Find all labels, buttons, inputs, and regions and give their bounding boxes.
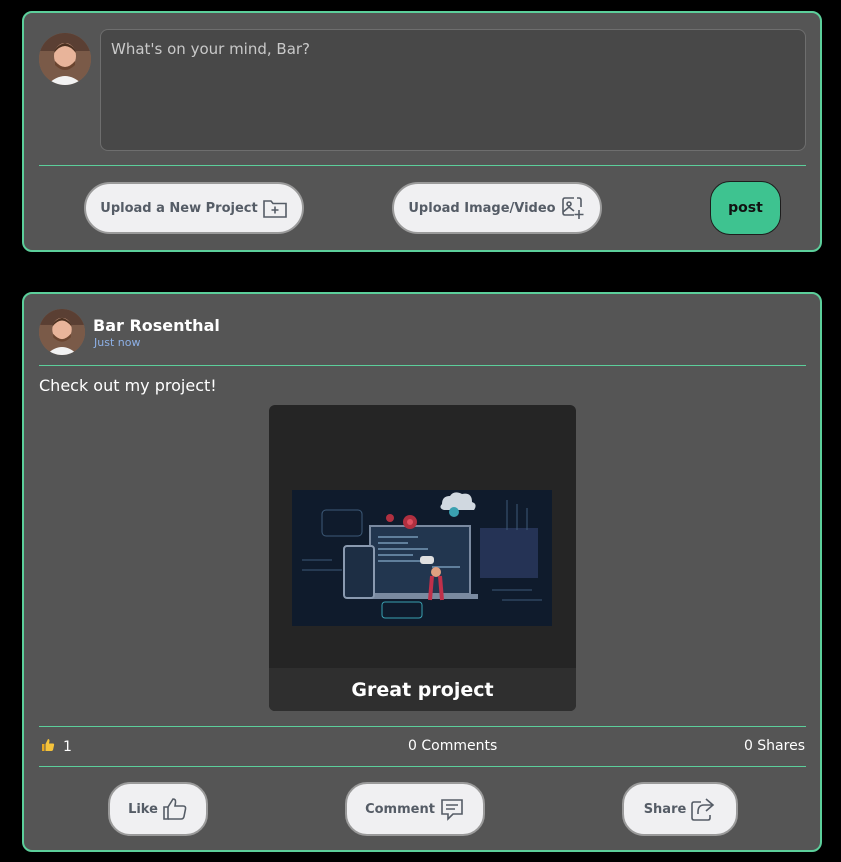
likes-count-value: 1 [63, 739, 72, 755]
share-icon [690, 796, 716, 822]
folder-plus-icon [262, 197, 288, 219]
comment-button[interactable]: Comment [345, 782, 485, 836]
stats-top-divider [39, 726, 806, 727]
project-thumbnail [292, 490, 552, 626]
project-title-bar: Great project [269, 668, 576, 711]
share-button[interactable]: Share [622, 782, 738, 836]
project-card[interactable]: Great project [269, 405, 576, 711]
upload-image-video-label: Upload Image/Video [408, 200, 556, 216]
upload-new-project-button[interactable]: Upload a New Project [84, 182, 304, 234]
author-avatar[interactable] [39, 309, 85, 355]
comment-label: Comment [365, 801, 435, 817]
feed-post: Bar Rosenthal Just now Check out my proj… [22, 292, 822, 852]
stats-bottom-divider [39, 766, 806, 767]
post-timestamp: Just now [94, 336, 141, 349]
upload-image-video-button[interactable]: Upload Image/Video [392, 182, 602, 234]
user-avatar[interactable] [39, 33, 91, 85]
share-label: Share [643, 801, 687, 817]
like-button[interactable]: Like [108, 782, 208, 836]
composer-divider [39, 165, 806, 166]
post-composer: Upload a New Project Upload Image/Video … [22, 11, 822, 252]
like-label: Like [128, 801, 158, 817]
comment-icon [439, 796, 465, 822]
post-text: Check out my project! [39, 376, 217, 395]
project-title: Great project [351, 678, 494, 701]
shares-count[interactable]: 0 Shares [744, 738, 805, 754]
upload-new-project-label: Upload a New Project [100, 200, 258, 216]
thumbs-up-icon [162, 797, 188, 821]
comments-count[interactable]: 0 Comments [408, 738, 497, 754]
post-header-divider [39, 365, 806, 366]
likes-count[interactable]: 1 [41, 738, 72, 756]
thumbs-up-emoji-icon [41, 738, 55, 756]
author-name[interactable]: Bar Rosenthal [93, 316, 220, 335]
image-plus-icon [560, 195, 586, 221]
whats-on-your-mind-input[interactable] [100, 29, 806, 151]
post-button[interactable]: post [710, 181, 781, 235]
